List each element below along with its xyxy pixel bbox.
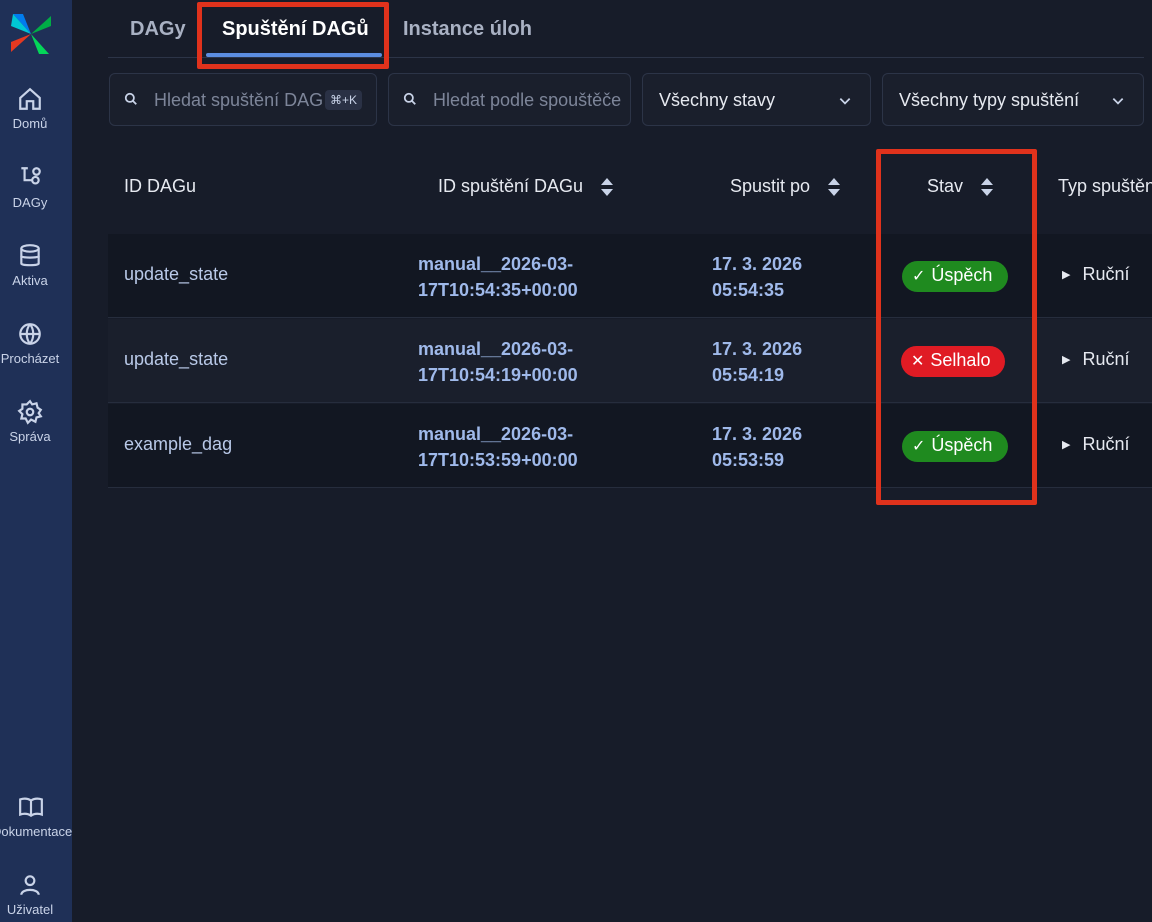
- run-date: 17. 3. 2026: [712, 424, 803, 444]
- header-run-after-label: Spustit po: [730, 176, 811, 196]
- header-run-id[interactable]: ID spuštění DAGu: [438, 176, 614, 197]
- sidebar-item-label: DAGy: [12, 195, 48, 210]
- run-time: 05:54:35: [712, 280, 785, 300]
- run-date: 17. 3. 2026: [712, 339, 803, 359]
- run-date: 17. 3. 2026: [712, 254, 803, 274]
- highlight-box-state-column: [876, 149, 1037, 505]
- gear-icon: [17, 399, 43, 425]
- run-type-label: Ruční: [1082, 349, 1130, 369]
- tab-task-instances[interactable]: Instance úloh: [403, 18, 532, 41]
- run-id-line: manual__2026-03-: [418, 424, 574, 444]
- chevron-down-icon: [1112, 98, 1124, 105]
- dag-id-link[interactable]: update_state: [124, 264, 228, 285]
- run-after-cell: 17. 3. 2026 05:54:19: [712, 336, 802, 388]
- search-trigger-placeholder: Hledat podle spouštěče: [433, 90, 622, 110]
- database-icon: [20, 244, 40, 267]
- run-type-label: Ruční: [1082, 434, 1130, 454]
- run-type-cell: ▶ Ruční: [1062, 349, 1130, 370]
- run-id-link[interactable]: manual__2026-03- 17T10:54:19+00:00: [418, 336, 578, 388]
- play-icon: ▶: [1062, 354, 1071, 366]
- run-id-line: 17T10:54:19+00:00: [418, 365, 578, 385]
- header-run-after[interactable]: Spustit po: [730, 176, 841, 197]
- sidebar-item-label: Aktiva: [12, 273, 48, 288]
- home-icon: [19, 87, 41, 110]
- dag-id-link[interactable]: update_state: [124, 349, 228, 370]
- run-after-cell: 17. 3. 2026 05:53:59: [712, 421, 802, 473]
- sidebar-item-label: Procházet: [0, 351, 60, 366]
- sidebar-item-label: Správa: [9, 429, 51, 444]
- sidebar: Domů DAGy Aktiva Procházet Správa Dokume…: [0, 0, 72, 922]
- dag-icon: [21, 167, 41, 185]
- book-icon: [19, 797, 43, 817]
- run-id-line: 17T10:53:59+00:00: [418, 450, 578, 470]
- search-runs-placeholder: Hledat spuštění DAGů: [154, 90, 324, 110]
- state-select-value: Všechny stavy: [659, 90, 776, 110]
- run-id-line: manual__2026-03-: [418, 254, 574, 274]
- sort-icon: [828, 178, 841, 197]
- shortcut-badge: ⌘+K: [324, 90, 362, 110]
- state-select[interactable]: Všechny stavy: [642, 73, 871, 126]
- run-after-cell: 17. 3. 2026 05:54:35: [712, 251, 802, 303]
- sidebar-item-browse[interactable]: Procházet: [0, 321, 60, 366]
- globe-icon: [19, 323, 41, 345]
- sidebar-item-label: Domů: [12, 116, 48, 131]
- sidebar-item-user[interactable]: Uživatel: [0, 872, 60, 917]
- run-id-line: manual__2026-03-: [418, 339, 574, 359]
- sort-icon: [601, 178, 614, 197]
- header-dag-id: ID DAGu: [124, 176, 197, 196]
- sidebar-item-assets[interactable]: Aktiva: [0, 243, 60, 288]
- tab-dags[interactable]: DAGy: [130, 18, 186, 41]
- run-type-select[interactable]: Všechny typy spuštění: [882, 73, 1144, 126]
- run-id-link[interactable]: manual__2026-03- 17T10:54:35+00:00: [418, 251, 578, 303]
- sidebar-item-label: Dokumentace: [0, 824, 73, 839]
- dag-id-link[interactable]: example_dag: [124, 434, 232, 455]
- run-time: 05:53:59: [712, 450, 785, 470]
- search-icon: [403, 92, 416, 105]
- play-icon: ▶: [1062, 269, 1071, 281]
- play-icon: ▶: [1062, 439, 1071, 451]
- search-trigger-input[interactable]: Hledat podle spouštěče: [388, 73, 631, 126]
- header-run-type: Typ spuštění: [1058, 176, 1152, 196]
- user-icon: [20, 875, 40, 896]
- sidebar-item-label: Uživatel: [6, 902, 54, 917]
- run-type-select-value: Všechny typy spuštění: [899, 90, 1080, 110]
- search-runs-input[interactable]: Hledat spuštění DAGů ⌘+K: [109, 73, 377, 126]
- sidebar-item-dags[interactable]: DAGy: [0, 165, 60, 210]
- sidebar-item-docs[interactable]: Dokumentace: [0, 794, 72, 839]
- run-id-line: 17T10:54:35+00:00: [418, 280, 578, 300]
- airflow-logo-icon[interactable]: [9, 12, 53, 56]
- sidebar-item-admin[interactable]: Správa: [0, 399, 60, 444]
- search-icon: [124, 92, 137, 105]
- run-id-link[interactable]: manual__2026-03- 17T10:53:59+00:00: [418, 421, 578, 473]
- run-time: 05:54:19: [712, 365, 785, 385]
- chevron-down-icon: [839, 98, 851, 105]
- run-type-label: Ruční: [1082, 264, 1130, 284]
- header-run-id-label: ID spuštění DAGu: [438, 176, 584, 196]
- highlight-box-tab: [197, 2, 389, 69]
- run-type-cell: ▶ Ruční: [1062, 434, 1130, 455]
- run-type-cell: ▶ Ruční: [1062, 264, 1130, 285]
- sidebar-item-home[interactable]: Domů: [0, 86, 60, 131]
